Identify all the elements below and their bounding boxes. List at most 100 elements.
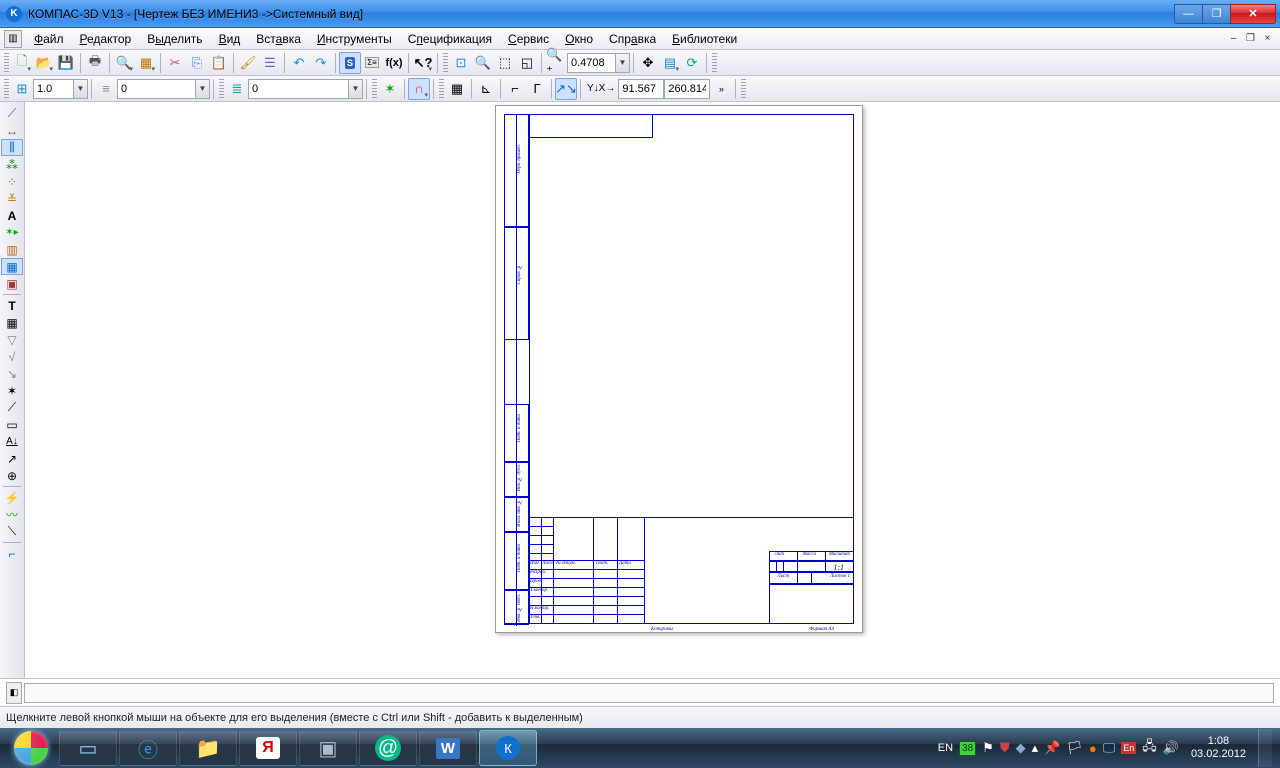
print-button[interactable]: 🖶 [84, 52, 106, 74]
base-tool[interactable]: ▽ [1, 331, 23, 348]
roughness-tool[interactable]: √ [1, 348, 23, 365]
step-button[interactable]: ⊞ [11, 78, 33, 100]
step-input[interactable] [33, 79, 73, 99]
local-cs-button[interactable]: ⌐ [504, 78, 526, 100]
step-dropdown[interactable]: ▼ [73, 79, 88, 99]
prop-field[interactable] [24, 683, 1274, 703]
menu-window[interactable]: Окно [557, 30, 601, 48]
redraw-button[interactable]: ⟳ [681, 52, 703, 74]
zoom-prev-button[interactable]: ◱ [516, 52, 538, 74]
fx-button[interactable]: f(x) [383, 52, 405, 74]
toolbar-grip[interactable] [4, 53, 9, 73]
spec-button[interactable]: S [339, 52, 361, 74]
more-tool[interactable]: ⌐ [1, 545, 23, 562]
open-button[interactable]: 📂 [33, 52, 55, 74]
param-tool[interactable]: ⁘ [1, 173, 23, 190]
menu-insert[interactable]: Вставка [248, 30, 309, 48]
minimize-button[interactable]: — [1174, 4, 1202, 24]
pan-button[interactable]: ✥ [637, 52, 659, 74]
views-tool[interactable]: ▦ [1, 258, 23, 275]
task-word[interactable]: W [419, 730, 477, 766]
maximize-button[interactable]: ❐ [1202, 4, 1230, 24]
zoom-in-button[interactable]: 🔍 [472, 52, 494, 74]
layer-button[interactable]: ≡ [95, 78, 117, 100]
menu-select[interactable]: Выделить [139, 30, 210, 48]
center-tool[interactable]: ⊕ [1, 467, 23, 484]
redo-button[interactable]: ↷ [310, 52, 332, 74]
sigma-button[interactable]: Σ≡ [361, 52, 383, 74]
pin-icon[interactable]: 📌 [1044, 740, 1060, 756]
menu-spec[interactable]: Спецификация [400, 30, 500, 48]
speaker-icon[interactable]: 🔊 [1163, 740, 1179, 756]
layer-input[interactable] [117, 79, 195, 99]
copy-button[interactable]: ⎘ [186, 52, 208, 74]
measure-tool[interactable]: ≚ [1, 190, 23, 207]
mdi-doc-icon[interactable]: ▥ [4, 30, 22, 48]
mdi-close[interactable]: × [1259, 31, 1276, 46]
task-explorer1[interactable]: ▭ [59, 730, 117, 766]
help-cursor-button[interactable]: ↖? [412, 52, 434, 74]
layer-dropdown[interactable]: ▼ [195, 79, 210, 99]
toolbar-grip-5[interactable] [219, 79, 224, 99]
leader-tool[interactable]: ↘ [1, 365, 23, 382]
menu-file[interactable]: Файл [26, 30, 72, 48]
save-button[interactable]: 💾 [55, 52, 77, 74]
step-combo[interactable]: ▼ [33, 79, 88, 99]
network-icon[interactable]: 🖧 [1142, 737, 1157, 759]
flag-icon[interactable]: ⚑ [982, 740, 994, 756]
report-tool[interactable]: ▥ [1, 241, 23, 258]
menu-edit[interactable]: Редактор [72, 30, 140, 48]
insert-tool[interactable]: ▣ [1, 275, 23, 292]
tray-up-icon[interactable]: ▴ [1032, 740, 1039, 756]
snap-button[interactable]: ✶ [379, 78, 401, 100]
shield-icon[interactable]: ⛊ [1000, 740, 1010, 756]
linestyle-dropdown[interactable]: ▼ [348, 79, 363, 99]
toolbar-grip-8[interactable] [741, 79, 746, 99]
task-unknown1[interactable]: ▣ [299, 730, 357, 766]
dimension-tool[interactable]: ↔ [1, 122, 23, 139]
paste-button[interactable]: 📋 [208, 52, 230, 74]
select-tool[interactable]: A [1, 207, 23, 224]
coord-expand-button[interactable]: » [710, 78, 732, 100]
toolbar-grip-2[interactable] [443, 53, 448, 73]
wave-tool[interactable]: 〰 [1, 506, 23, 523]
tolerance-tool[interactable]: ▭ [1, 416, 23, 433]
toolbar-grip-3[interactable] [712, 53, 717, 73]
menu-help[interactable]: Справка [601, 30, 664, 48]
close-button[interactable]: ✕ [1230, 4, 1276, 24]
library-button[interactable]: ▦ [135, 52, 157, 74]
flag2-icon[interactable]: 🏳 [1066, 740, 1083, 756]
zoom-fit-button[interactable]: ⊡ [450, 52, 472, 74]
ortho-button[interactable]: ⊾ [475, 78, 497, 100]
new-button[interactable]: 🗋 [11, 52, 33, 74]
circle-icon[interactable]: ● [1089, 741, 1097, 756]
properties-button[interactable]: ☰ [259, 52, 281, 74]
zoom-window-button[interactable]: ⬚ [494, 52, 516, 74]
linestyle-combo[interactable]: ▼ [248, 79, 363, 99]
menu-libs[interactable]: Библиотеки [664, 30, 745, 48]
start-button[interactable] [4, 730, 58, 766]
mdi-restore[interactable]: ❐ [1242, 31, 1259, 46]
undo-button[interactable]: ↶ [288, 52, 310, 74]
tray-38-icon[interactable]: 38 [959, 741, 976, 756]
en-badge-icon[interactable]: En [1121, 742, 1136, 754]
menu-service[interactable]: Сервис [500, 30, 557, 48]
task-ie[interactable]: ⓔ [119, 730, 177, 766]
drawing-canvas[interactable]: Перв. примен. Справ. № Подп. и дата Инв.… [25, 102, 1280, 678]
app-tray-icon[interactable]: ◆ [1016, 740, 1026, 756]
cut-line-tool[interactable]: A↓ [1, 433, 23, 450]
coord-y-input[interactable] [664, 79, 710, 99]
zoom-input[interactable] [567, 53, 615, 73]
geometry-tool[interactable]: ⟋ [1, 105, 23, 122]
prop-tab[interactable]: ◧ [6, 682, 22, 704]
linestyle-input[interactable] [248, 79, 348, 99]
mdi-minimize[interactable]: – [1225, 31, 1242, 46]
task-mail[interactable]: @ [359, 730, 417, 766]
task-kompas[interactable]: К [479, 730, 537, 766]
monitor-icon[interactable]: 🖵 [1103, 740, 1116, 756]
taskbar-clock[interactable]: 1:08 03.02.2012 [1191, 735, 1246, 761]
orient-button[interactable]: ▤ [659, 52, 681, 74]
task-explorer2[interactable]: 📁 [179, 730, 237, 766]
grid-button[interactable]: ▦ [446, 78, 468, 100]
coord-x-input[interactable] [618, 79, 664, 99]
